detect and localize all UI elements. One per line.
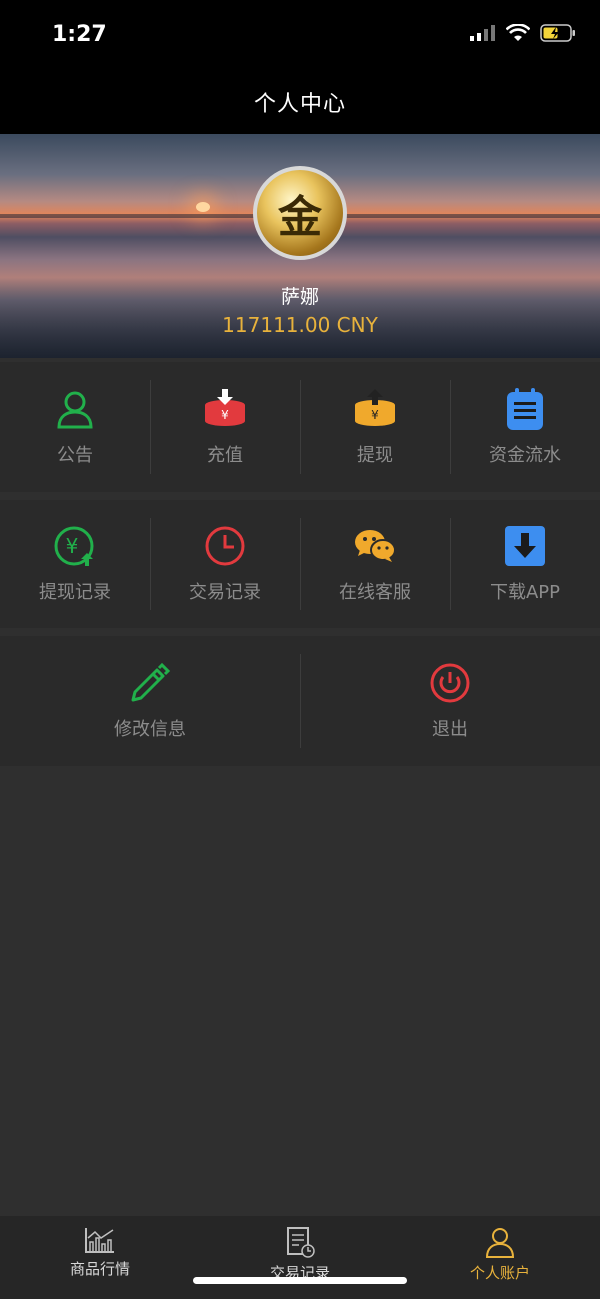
tab-account[interactable]: 个人账户 — [400, 1216, 600, 1299]
menu-item-fund-flow[interactable]: 资金流水 — [450, 362, 600, 492]
menu-item-trade-record[interactable]: 交易记录 — [150, 500, 300, 628]
menu-item-label: 在线客服 — [339, 582, 411, 603]
wechat-icon — [355, 530, 396, 562]
menu-row-3: 修改信息 退出 — [0, 636, 600, 766]
svg-text:¥: ¥ — [66, 534, 79, 558]
wifi-icon — [506, 24, 530, 41]
download-icon — [505, 526, 545, 566]
nav-bar: 个人中心 — [0, 72, 600, 134]
sunset-sun — [196, 202, 210, 212]
tab-label: 个人账户 — [469, 1264, 530, 1282]
power-icon — [430, 663, 470, 703]
menu-item-label: 提现 — [357, 445, 393, 466]
menu-item-deposit[interactable]: ¥ 充值 — [150, 362, 300, 492]
status-bar: 1:27 — [0, 0, 600, 72]
person-icon — [57, 391, 93, 429]
deposit-icon: ¥ — [205, 389, 245, 426]
menu-item-online-service[interactable]: 在线客服 — [300, 500, 450, 628]
status-icons — [470, 24, 576, 42]
menu-item-edit-info[interactable]: 修改信息 — [0, 636, 300, 766]
avatar[interactable]: 金 — [253, 166, 347, 260]
menu-item-label: 下载APP — [489, 582, 561, 603]
menu-row-1: 公告 ¥ 充值 ¥ 提现 资金流水 — [0, 362, 600, 492]
menu-item-label: 交易记录 — [189, 582, 261, 603]
signal-icon — [470, 25, 495, 41]
menu-item-label: 修改信息 — [114, 719, 186, 740]
tab-bar: 商品行情 交易记录 个人账户 — [0, 1216, 600, 1299]
withdraw-record-icon: ¥ — [54, 526, 94, 566]
menu-item-withdraw-record[interactable]: ¥ 提现记录 — [0, 500, 150, 628]
username: 萨娜 — [280, 286, 319, 308]
avatar-glyph: 金 — [278, 192, 322, 243]
account-balance: 117111.00 CNY — [222, 313, 378, 337]
menu-item-label: 公告 — [57, 445, 93, 466]
account-icon — [485, 1228, 515, 1258]
menu-item-label: 资金流水 — [489, 445, 561, 466]
menu-item-download-app[interactable]: 下载APP — [450, 500, 600, 628]
ledger-icon — [507, 388, 543, 430]
market-chart-icon — [85, 1228, 114, 1253]
page-title: 个人中心 — [253, 92, 346, 117]
menu-item-announcement[interactable]: 公告 — [0, 362, 150, 492]
menu-item-label: 提现记录 — [39, 582, 111, 603]
battery-icon — [540, 24, 575, 42]
tab-label: 商品行情 — [69, 1260, 130, 1278]
svg-text:¥: ¥ — [371, 408, 379, 422]
menu-item-label: 充值 — [207, 445, 243, 466]
menu-item-label: 退出 — [432, 719, 468, 740]
withdraw-icon: ¥ — [355, 389, 395, 426]
menu-item-logout[interactable]: 退出 — [300, 636, 600, 766]
menu-row-2: ¥ 提现记录 交易记录 在线客服 下载APP — [0, 500, 600, 628]
clock-icon — [205, 526, 245, 566]
trade-record-icon — [287, 1227, 315, 1258]
tab-market[interactable]: 商品行情 — [0, 1216, 200, 1299]
menu-item-withdraw[interactable]: ¥ 提现 — [300, 362, 450, 492]
tab-trade-record[interactable]: 交易记录 — [200, 1216, 400, 1299]
home-indicator — [193, 1277, 407, 1284]
pencil-icon — [131, 662, 171, 702]
status-time: 1:27 — [52, 22, 107, 47]
svg-text:¥: ¥ — [221, 408, 229, 422]
